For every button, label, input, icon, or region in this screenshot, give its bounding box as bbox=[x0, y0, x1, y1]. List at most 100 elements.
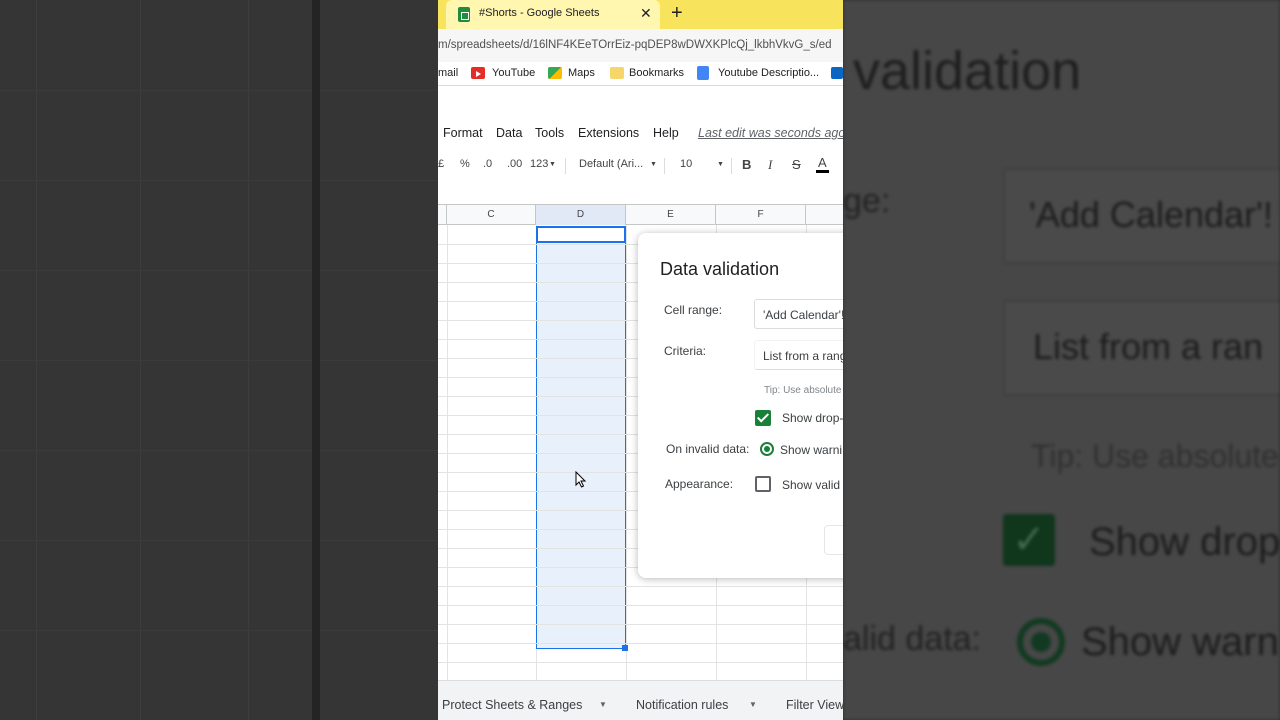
bookmarks-bar: mail YouTube Maps Bookmarks Youtube Desc… bbox=[438, 62, 843, 86]
dialog-title: Data validation bbox=[660, 259, 780, 279]
bg-grid-line bbox=[0, 90, 438, 91]
sheet-tabs-bar: Protect Sheets & Ranges ▼ Notification r… bbox=[438, 680, 843, 720]
show-dropdown-label: Show drop- bbox=[782, 411, 843, 425]
menu-format[interactable]: Format bbox=[443, 126, 483, 140]
criteria-label: Criteria: bbox=[664, 344, 707, 358]
bg-check-icon: ✓ bbox=[1003, 514, 1055, 566]
new-tab-button[interactable]: + bbox=[671, 2, 683, 25]
font-size-select[interactable]: 10 bbox=[680, 158, 692, 170]
bold-button[interactable]: B bbox=[742, 157, 751, 172]
tip-text: Tip: Use absolute bbox=[764, 385, 842, 396]
dialog-button[interactable] bbox=[824, 525, 843, 555]
bg-range-value: 'Add Calendar'! bbox=[1029, 194, 1273, 235]
bg-grid-line bbox=[0, 180, 438, 181]
sheet-tab-filter[interactable]: Filter View bbox=[786, 698, 843, 712]
data-validation-dialog: Data validation Cell range: 'Add Calenda… bbox=[638, 233, 843, 578]
toolbar-divider bbox=[565, 158, 566, 174]
mouse-cursor-icon bbox=[575, 471, 587, 488]
show-dropdown-checkbox[interactable] bbox=[755, 410, 771, 426]
bookmark-bookmarks[interactable]: Bookmarks bbox=[629, 67, 684, 79]
chevron-down-icon[interactable]: ▼ bbox=[749, 700, 757, 709]
youtube-icon bbox=[471, 67, 485, 79]
grid-row-line bbox=[438, 586, 843, 587]
chevron-down-icon: ▼ bbox=[650, 161, 657, 168]
font-select[interactable]: Default (Ari... bbox=[579, 158, 643, 170]
fill-handle[interactable] bbox=[622, 645, 628, 651]
bg-title: validation bbox=[853, 41, 1082, 101]
bg-invalid-option: Show warni bbox=[1081, 620, 1280, 664]
invalid-data-label: On invalid data: bbox=[666, 442, 750, 456]
bg-invalid-label: alid data: bbox=[843, 620, 981, 658]
chevron-down-icon[interactable]: ▼ bbox=[599, 700, 607, 709]
column-headers: C D E F bbox=[438, 204, 843, 225]
sheet-tab-protect[interactable]: Protect Sheets & Ranges bbox=[442, 698, 582, 712]
menu-bar: Format Data Tools Extensions Help Last e… bbox=[438, 118, 843, 148]
last-edit-link[interactable]: Last edit was seconds ago bbox=[698, 126, 843, 140]
sheets-icon bbox=[458, 7, 470, 22]
cell-range-label: Cell range: bbox=[664, 303, 723, 317]
toolbar-divider bbox=[731, 158, 732, 174]
column-header-d[interactable]: D bbox=[536, 205, 626, 225]
active-cell[interactable] bbox=[536, 226, 626, 243]
bookmark-gmail[interactable]: mail bbox=[438, 67, 458, 79]
column-header-f[interactable]: F bbox=[716, 205, 806, 225]
docs-icon bbox=[697, 66, 709, 80]
bg-grid-line bbox=[0, 540, 438, 541]
menu-data[interactable]: Data bbox=[496, 126, 522, 140]
browser-tab[interactable]: #Shorts - Google Sheets ✕ bbox=[446, 0, 660, 29]
decrease-decimal-button[interactable]: .0 bbox=[483, 158, 492, 170]
right-background: validation ge: 'Add Calendar'! List from… bbox=[843, 0, 1280, 720]
grid-row-line bbox=[438, 662, 843, 663]
menu-tools[interactable]: Tools bbox=[535, 126, 564, 140]
menu-help[interactable]: Help bbox=[653, 126, 679, 140]
browser-window: #Shorts - Google Sheets ✕ + m/spreadshee… bbox=[438, 0, 843, 720]
left-background bbox=[0, 0, 438, 720]
sheet-tab-notification[interactable]: Notification rules bbox=[636, 698, 728, 712]
close-icon[interactable]: ✕ bbox=[640, 5, 652, 22]
criteria-select[interactable]: List from a range bbox=[754, 340, 843, 370]
italic-button[interactable]: I bbox=[768, 157, 772, 173]
bg-tip: Tip: Use absolute bbox=[1031, 438, 1279, 474]
appearance-label: Appearance: bbox=[665, 477, 734, 491]
cell-range-value: 'Add Calendar'! bbox=[763, 308, 843, 322]
url-text: m/spreadsheets/d/16lNF4KEeTOrrEiz-pqDEP8… bbox=[438, 39, 832, 51]
column-header-c[interactable]: C bbox=[447, 205, 536, 225]
tab-bar: #Shorts - Google Sheets ✕ + bbox=[438, 0, 843, 29]
show-validation-help-checkbox[interactable] bbox=[755, 476, 771, 492]
bg-radio-icon bbox=[1017, 618, 1065, 666]
criteria-value: List from a range bbox=[763, 349, 843, 363]
column-header-e[interactable]: E bbox=[626, 205, 716, 225]
menu-extensions[interactable]: Extensions bbox=[578, 126, 639, 140]
increase-decimal-button[interactable]: .00 bbox=[507, 158, 522, 170]
bookmark-maps[interactable]: Maps bbox=[568, 67, 595, 79]
text-color-button[interactable]: A bbox=[816, 155, 829, 173]
chevron-down-icon: ▼ bbox=[717, 161, 724, 168]
maps-icon bbox=[548, 67, 562, 79]
currency-button[interactable]: £ bbox=[438, 158, 444, 170]
tab-title: #Shorts - Google Sheets bbox=[479, 7, 600, 19]
folder-icon bbox=[610, 67, 624, 79]
show-warning-label: Show warni bbox=[780, 443, 843, 457]
more-formats-button[interactable]: 123 bbox=[530, 158, 548, 170]
address-bar[interactable]: m/spreadsheets/d/16lNF4KEeTOrrEiz-pqDEP8… bbox=[438, 29, 843, 62]
linkedin-icon bbox=[831, 67, 843, 79]
grid-row-line bbox=[438, 624, 843, 625]
bg-grid-line bbox=[0, 360, 438, 361]
toolbar: £ % .0 .00 123 ▼ Default (Ari... ▼ 10 ▼ … bbox=[438, 152, 843, 178]
bookmark-youtube[interactable]: YouTube bbox=[492, 67, 535, 79]
strikethrough-button[interactable]: S bbox=[792, 157, 801, 172]
bg-divider bbox=[312, 0, 320, 720]
cell-range-input[interactable]: 'Add Calendar'! bbox=[754, 299, 843, 329]
bg-dropdown-text: Show drop- bbox=[1089, 520, 1280, 564]
bookmark-youtube-description[interactable]: Youtube Descriptio... bbox=[718, 67, 819, 79]
bg-grid-line bbox=[0, 630, 438, 631]
grid-row-line bbox=[438, 643, 843, 644]
percent-button[interactable]: % bbox=[460, 158, 470, 170]
column-header-stub bbox=[438, 205, 447, 225]
bg-grid-line bbox=[0, 450, 438, 451]
bg-grid-line bbox=[0, 270, 438, 271]
show-validation-help-label: Show valid bbox=[782, 478, 841, 492]
bg-criteria-value: List from a ran bbox=[1033, 326, 1264, 367]
show-warning-radio[interactable] bbox=[760, 442, 774, 456]
bg-range-label: ge: bbox=[843, 182, 891, 220]
